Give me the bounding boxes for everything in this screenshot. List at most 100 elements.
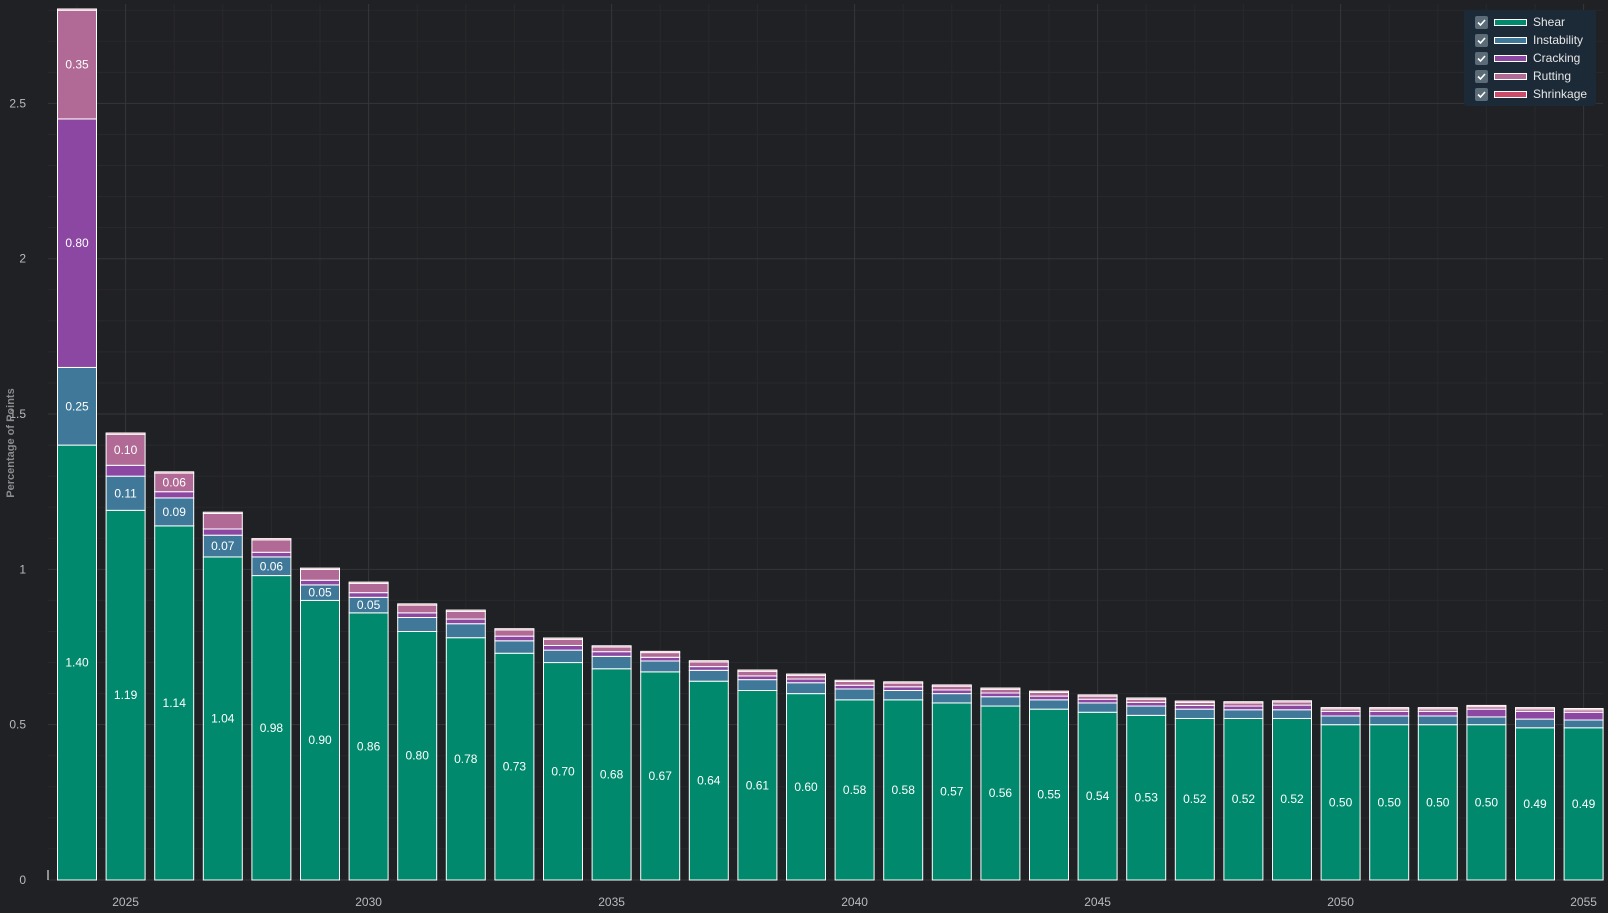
bar-segment-shrinkage — [202, 511, 243, 514]
bar-segment-shrinkage — [154, 471, 195, 474]
bar-segment-instability — [1029, 699, 1069, 710]
bar-segment-cracking — [445, 618, 486, 625]
legend-item-cracking[interactable]: Cracking — [1464, 49, 1596, 67]
bar-segment-shrinkage — [834, 679, 875, 683]
bar-segment-cracking — [1223, 705, 1264, 711]
bar-segment-shrinkage — [1320, 707, 1361, 710]
legend-item-shrinkage[interactable]: Shrinkage — [1464, 85, 1596, 103]
legend-label-shrinkage: Shrinkage — [1533, 87, 1588, 101]
bar-segment-instability — [1563, 719, 1604, 729]
y-tick-label: 1 — [19, 562, 26, 576]
bar-segment-cracking — [397, 612, 438, 619]
bar-segment-cracking — [251, 551, 292, 558]
bar-segment-rutting — [591, 646, 632, 653]
legend-label-cracking: Cracking — [1533, 51, 1581, 65]
bar-segment-cracking — [300, 579, 340, 586]
data-label-instability: 0.07 — [211, 539, 235, 553]
data-label-rutting: 0.35 — [65, 58, 89, 72]
bar-segment-rutting — [737, 670, 778, 677]
bar-segment-shrinkage — [1417, 707, 1458, 710]
bar-segment-rutting — [834, 681, 875, 686]
bar-segment-instability — [1466, 716, 1507, 726]
bar-segment-shrinkage — [1174, 700, 1215, 703]
bar-segment-shrinkage — [883, 681, 924, 684]
data-label-instability: 0.05 — [308, 586, 332, 600]
data-label-shear: 0.50 — [1475, 795, 1499, 809]
data-label-shear: 0.50 — [1426, 795, 1450, 809]
bar-segment-cracking — [883, 686, 924, 692]
bar-segment-shrinkage — [251, 538, 292, 541]
data-label-instability: 0.25 — [65, 399, 89, 413]
checkbox-checked-icon[interactable] — [1475, 15, 1488, 29]
x-tick-label: 2050 — [1327, 895, 1354, 909]
y-tick-label: 0.5 — [9, 718, 26, 732]
data-label-shear: 0.58 — [892, 783, 916, 797]
bar-segment-instability — [1515, 718, 1555, 729]
bar-segment-shrinkage — [931, 684, 972, 687]
legend-item-rutting[interactable]: Rutting — [1464, 67, 1596, 85]
bar-segment-cracking — [1174, 704, 1215, 710]
checkbox-checked-icon[interactable] — [1475, 87, 1488, 101]
checkbox-checked-icon[interactable] — [1475, 51, 1488, 65]
legend-label-shear: Shear — [1533, 15, 1566, 29]
bar-segment-cracking — [1466, 708, 1507, 718]
bar-segment-instability — [883, 690, 924, 701]
bar-segment-cracking — [1320, 710, 1361, 717]
legend-swatch-shrinkage — [1494, 90, 1527, 98]
data-label-instability: 0.05 — [357, 598, 381, 612]
data-label-rutting: 0.10 — [114, 443, 138, 457]
data-label-shear: 0.49 — [1523, 797, 1547, 811]
bar-segment-cracking — [980, 692, 1021, 698]
x-tick-label: 2055 — [1570, 895, 1597, 909]
bar-segment-instability — [688, 669, 729, 682]
data-label-shear: 0.55 — [1037, 788, 1061, 802]
x-tick-label: 2025 — [112, 895, 139, 909]
legend-item-shear[interactable]: Shear — [1464, 13, 1596, 31]
bar-segment-rutting — [348, 582, 389, 594]
bar-segment-cracking — [154, 491, 195, 499]
bar-segment-instability — [834, 688, 875, 701]
bar-segment-instability — [640, 660, 681, 673]
data-label-shear: 0.50 — [1378, 795, 1402, 809]
data-label-shear: 1.40 — [65, 656, 89, 670]
bar-segment-cracking — [1077, 698, 1118, 704]
x-tick-label: 2035 — [598, 895, 625, 909]
data-label-shear: 0.52 — [1232, 792, 1256, 806]
bar-segment-shrinkage — [1077, 694, 1118, 697]
data-label-shear: 0.68 — [600, 767, 624, 781]
bar-segment-cracking — [1029, 695, 1069, 701]
x-tick-label: 2045 — [1084, 895, 1111, 909]
data-label-rutting: 0.06 — [163, 475, 187, 489]
bar-segment-rutting — [931, 685, 972, 691]
data-label-shear: 0.70 — [551, 764, 575, 778]
bar-segment-instability — [397, 617, 438, 632]
bar-segment-shrinkage — [688, 660, 729, 663]
bar-segment-instability — [980, 696, 1021, 707]
bar-segment-shrinkage — [543, 637, 583, 640]
bar-segment-cracking — [1515, 710, 1555, 720]
bar-segment-instability — [737, 679, 778, 692]
bar-segment-cracking — [591, 651, 632, 657]
bar-segment-cracking — [786, 678, 826, 684]
bar-segment-cracking — [834, 684, 875, 690]
checkbox-checked-icon[interactable] — [1475, 69, 1488, 83]
bar-segment-shrinkage — [300, 567, 340, 570]
bar-segment-cracking — [543, 644, 583, 651]
bar-segment-instability — [445, 623, 486, 639]
bar-segment-shrinkage — [1029, 690, 1069, 693]
legend-item-instability[interactable]: Instability — [1464, 31, 1596, 49]
bar-segment-cracking — [931, 689, 972, 695]
checkbox-checked-icon[interactable] — [1475, 33, 1488, 47]
data-label-instability: 0.06 — [260, 559, 284, 573]
x-tick-label: 2040 — [841, 895, 868, 909]
bar-segment-instability — [1417, 715, 1458, 726]
data-label-shear: 0.78 — [454, 752, 478, 766]
bar-segment-shrinkage — [348, 581, 389, 584]
legend-label-instability: Instability — [1533, 33, 1584, 47]
bar-segment-shrinkage — [1515, 707, 1555, 710]
bar-segment-instability — [786, 682, 826, 695]
bar-segment-cracking — [1417, 710, 1458, 717]
y-axis-label: Percentage of Points — [5, 388, 17, 497]
bar-segment-shrinkage — [1272, 700, 1312, 703]
bar-segment-rutting — [494, 629, 535, 637]
